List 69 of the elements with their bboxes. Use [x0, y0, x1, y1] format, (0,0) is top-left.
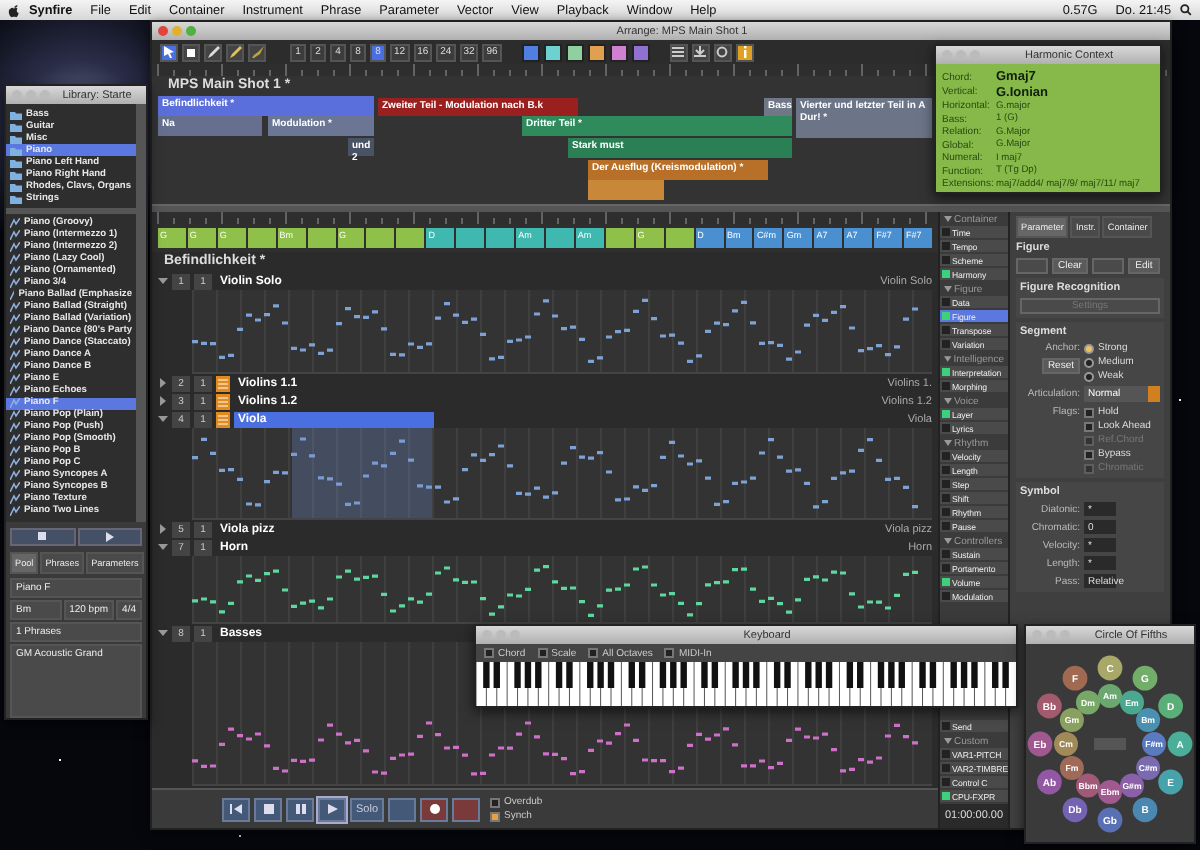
transport-button[interactable]	[318, 797, 346, 821]
export-icon[interactable]	[691, 43, 710, 61]
collapse-arrow-icon[interactable]	[944, 738, 952, 744]
search-icon[interactable]	[1180, 4, 1192, 16]
transport-button[interactable]	[222, 797, 250, 821]
collapse-arrow-icon[interactable]	[944, 356, 952, 362]
selection-area	[292, 428, 432, 518]
pencil-icon[interactable]	[226, 43, 244, 61]
stop-icon	[263, 804, 273, 814]
checkbox[interactable]	[664, 648, 675, 658]
close-button[interactable]	[158, 26, 168, 36]
play-button[interactable]	[77, 527, 142, 546]
chord-block[interactable]	[247, 228, 276, 248]
collapse-arrow-icon[interactable]	[944, 398, 952, 404]
collapse-arrow-icon[interactable]	[944, 440, 952, 446]
chord-block[interactable]	[605, 228, 634, 248]
collapse-arrow-icon[interactable]	[158, 542, 168, 552]
chord-block[interactable]	[665, 228, 694, 248]
radio-button[interactable]	[1084, 343, 1094, 353]
info-icon[interactable]	[735, 43, 754, 61]
chord-block[interactable]	[307, 228, 336, 248]
brush-icon[interactable]	[248, 43, 266, 61]
pause-icon	[295, 804, 305, 814]
collapse-arrow-icon[interactable]	[158, 414, 168, 424]
collapse-arrow-icon[interactable]	[944, 286, 952, 292]
checkbox[interactable]	[537, 648, 548, 658]
play-icon	[327, 804, 337, 814]
transport-button[interactable]	[420, 797, 449, 821]
radio-button[interactable]	[1084, 371, 1094, 381]
color-button[interactable]	[521, 43, 540, 61]
collapse-arrow-icon[interactable]	[158, 628, 168, 638]
pointer-tool-icon[interactable]	[160, 43, 178, 61]
play-icon	[105, 531, 114, 542]
color-button[interactable]	[565, 43, 584, 61]
radio-button[interactable]	[1084, 357, 1094, 367]
collapse-arrow-icon[interactable]	[158, 276, 168, 286]
skip-back-icon	[230, 804, 242, 814]
piano-keyboard[interactable]	[476, 662, 1016, 706]
collapse-arrow-icon[interactable]	[944, 216, 952, 222]
checkbox[interactable]	[588, 648, 599, 658]
pencil-icon[interactable]	[204, 43, 222, 61]
chord-block[interactable]	[456, 228, 485, 248]
stop-icon	[38, 532, 47, 541]
collapse-arrow-icon[interactable]	[944, 538, 952, 544]
record-icon	[429, 804, 440, 814]
checkbox[interactable]	[1084, 421, 1094, 431]
chord-block[interactable]	[366, 228, 395, 248]
checkbox[interactable]	[490, 797, 501, 807]
grid-icon[interactable]	[669, 43, 688, 61]
chord-block[interactable]	[545, 228, 574, 248]
expand-arrow-icon[interactable]	[158, 524, 168, 534]
chord-block[interactable]	[396, 228, 425, 248]
expand-arrow-icon[interactable]	[158, 396, 168, 406]
expand-arrow-icon[interactable]	[158, 378, 168, 388]
color-button[interactable]	[609, 43, 628, 61]
chord-block[interactable]	[486, 228, 515, 248]
transport-button[interactable]	[286, 797, 314, 821]
checkbox[interactable]	[1084, 449, 1094, 459]
frame-tool-icon[interactable]	[182, 43, 200, 61]
color-button[interactable]	[631, 43, 650, 61]
color-button[interactable]	[543, 43, 562, 61]
stop-button[interactable]	[10, 527, 75, 546]
checkbox[interactable]	[490, 811, 501, 821]
apple-icon[interactable]	[8, 3, 20, 17]
checkbox[interactable]	[1084, 407, 1094, 417]
transport-button[interactable]	[254, 797, 282, 821]
checkbox[interactable]	[484, 648, 494, 658]
color-button[interactable]	[587, 43, 606, 61]
refresh-icon[interactable]	[713, 43, 732, 61]
